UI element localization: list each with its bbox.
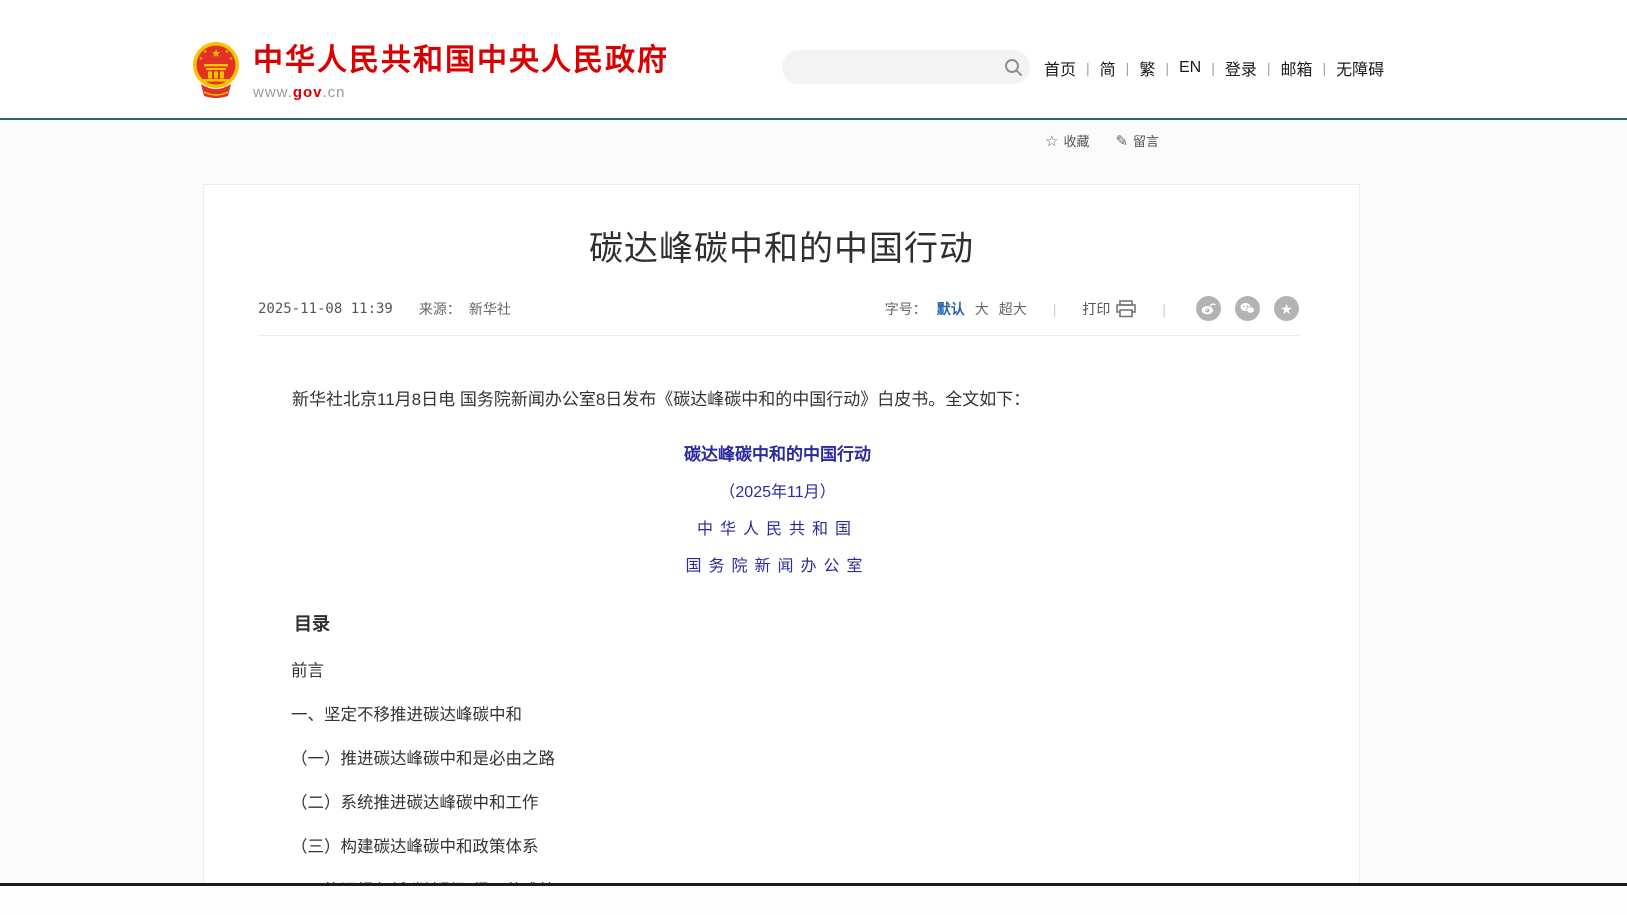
toc-heading: 目录 (258, 610, 1297, 636)
search-box (782, 50, 1030, 84)
nav-english[interactable]: EN (1179, 59, 1201, 77)
doc-title: 碳达峰碳中和的中国行动 (258, 440, 1297, 465)
article-action-row: ☆ 收藏 ✎ 留言 (1045, 131, 1159, 150)
comment-button[interactable]: ✎ 留言 (1115, 131, 1159, 150)
svg-text:★: ★ (225, 49, 230, 55)
search-icon (1004, 58, 1022, 76)
nav-separator: | (1323, 60, 1327, 76)
article-meta-row: 2025-11-08 11:39 来源： 新华社 字号： 默认 大 超大 | 打… (258, 296, 1299, 336)
font-size-large[interactable]: 大 (975, 299, 989, 319)
below-viewport-area (0, 886, 1627, 915)
site-url: www.gov.cn (253, 84, 669, 101)
nav-separator: | (1086, 60, 1090, 76)
toc-item-1-1: （一）推进碳达峰碳中和是必由之路 (258, 751, 1297, 768)
meta-right: 字号： 默认 大 超大 | 打印 | (885, 296, 1299, 321)
font-size-default[interactable]: 默认 (937, 299, 965, 319)
source-name[interactable]: 新华社 (469, 299, 511, 319)
nav-separator: | (1211, 60, 1215, 76)
site-logo[interactable]: ★ ★ ★ ★ ★ 中华人民共和国中央人民政府 www.gov.cn (191, 40, 669, 101)
font-size-label: 字号： (885, 299, 927, 319)
national-emblem-icon: ★ ★ ★ ★ ★ (191, 40, 241, 98)
site-title: 中华人民共和国中央人民政府 (253, 44, 669, 78)
top-nav: 首页 | 简 | 繁 | EN | 登录 | 邮箱 | 无障碍 (1044, 56, 1384, 80)
nav-traditional[interactable]: 繁 (1139, 56, 1155, 80)
toc-item-1-2: （二）系统推进碳达峰碳中和工作 (258, 795, 1297, 812)
font-size-xlarge[interactable]: 超大 (999, 299, 1027, 319)
star-outline-icon: ☆ (1045, 132, 1058, 150)
article-content: 新华社北京11月8日电 国务院新闻办公室8日发布《碳达峰碳中和的中国行动》白皮书… (204, 386, 1359, 883)
doc-date: （2025年11月） (258, 478, 1297, 502)
publish-date: 2025-11-08 11:39 (258, 301, 393, 317)
comment-label: 留言 (1133, 131, 1159, 150)
nav-separator: | (1165, 60, 1169, 76)
svg-text:★: ★ (203, 49, 208, 55)
doc-org-country: 中华人民共和国 (258, 515, 1297, 539)
print-label: 打印 (1082, 299, 1110, 319)
meta-left: 2025-11-08 11:39 来源： 新华社 (258, 299, 511, 319)
printer-icon (1116, 300, 1136, 318)
meta-separator: | (1162, 301, 1166, 317)
toc-item-1: 一、坚定不移推进碳达峰碳中和 (258, 707, 1297, 724)
article-card: 碳达峰碳中和的中国行动 2025-11-08 11:39 来源： 新华社 字号：… (203, 184, 1360, 883)
search-input[interactable] (782, 52, 996, 82)
nav-login[interactable]: 登录 (1225, 56, 1257, 80)
nav-home[interactable]: 首页 (1044, 56, 1076, 80)
nav-separator: | (1126, 60, 1130, 76)
source-label: 来源： (419, 299, 461, 319)
doc-org-office: 国务院新闻办公室 (258, 552, 1297, 576)
page: ★ ★ ★ ★ ★ 中华人民共和国中央人民政府 www.gov.cn (0, 0, 1627, 915)
site-title-block: 中华人民共和国中央人民政府 www.gov.cn (253, 40, 669, 101)
nav-mail[interactable]: 邮箱 (1281, 56, 1313, 80)
lead-paragraph: 新华社北京11月8日电 国务院新闻办公室8日发布《碳达峰碳中和的中国行动》白皮书… (258, 386, 1297, 414)
article-title: 碳达峰碳中和的中国行动 (204, 221, 1359, 270)
share-weibo-icon[interactable] (1196, 296, 1221, 321)
nav-accessibility[interactable]: 无障碍 (1336, 56, 1384, 80)
toc-item-1-3: （三）构建碳达峰碳中和政策体系 (258, 839, 1297, 856)
meta-separator: | (1053, 301, 1057, 317)
svg-text:★: ★ (199, 56, 204, 62)
svg-text:★: ★ (211, 48, 221, 60)
search-button[interactable] (996, 50, 1030, 84)
toc-item-preface: 前言 (258, 663, 1297, 680)
share-favorite-icon[interactable]: ★ (1274, 296, 1299, 321)
svg-text:★: ★ (229, 56, 234, 62)
favorite-button[interactable]: ☆ 收藏 (1045, 131, 1089, 150)
favorite-label: 收藏 (1063, 131, 1089, 150)
share-wechat-icon[interactable] (1235, 296, 1260, 321)
site-header: ★ ★ ★ ★ ★ 中华人民共和国中央人民政府 www.gov.cn (0, 0, 1627, 118)
print-button[interactable]: 打印 (1082, 299, 1136, 319)
pencil-icon: ✎ (1115, 132, 1128, 150)
nav-simplified[interactable]: 简 (1100, 56, 1116, 80)
nav-separator: | (1267, 60, 1271, 76)
